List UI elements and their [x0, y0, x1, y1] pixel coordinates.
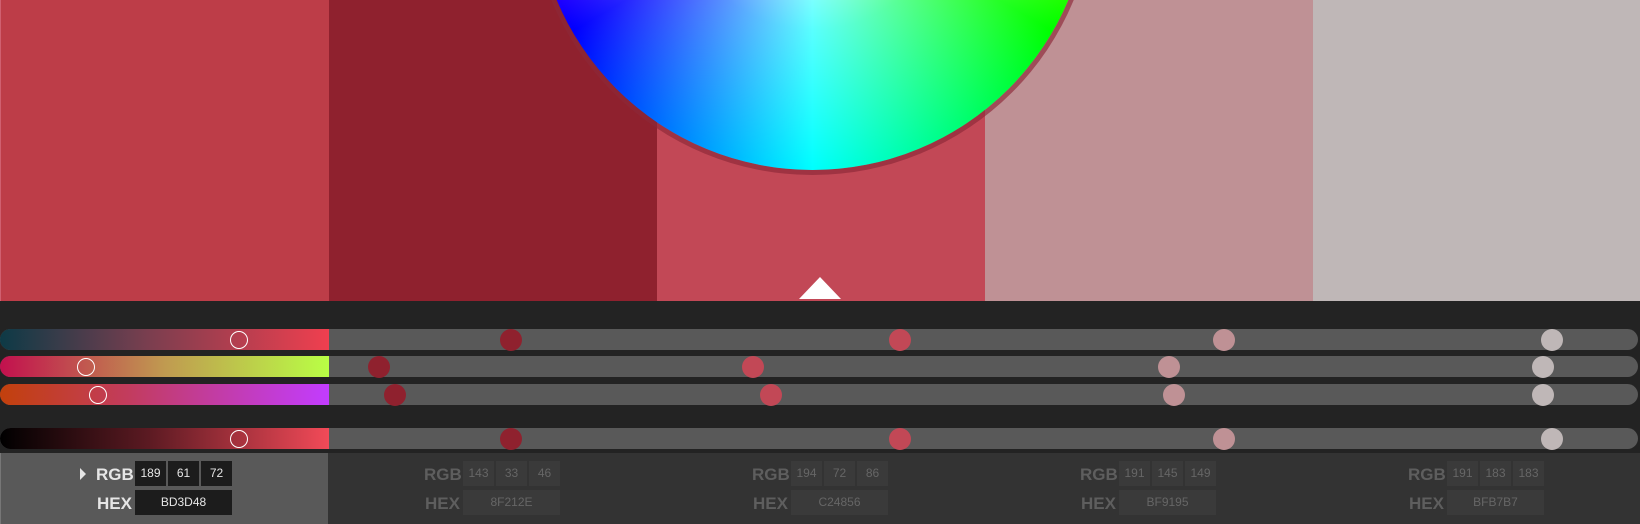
color-sliders: [0, 301, 1640, 453]
color-value-panel-1: RGB 189 61 72 HEX BD3D48: [0, 453, 328, 524]
slider-color-dot[interactable]: [742, 355, 764, 378]
hex-label: HEX: [97, 494, 132, 513]
rgb-label: RGB: [1408, 465, 1446, 484]
slider-color-dot[interactable]: [384, 383, 406, 406]
slider-color-dot[interactable]: [1541, 427, 1563, 450]
slider-handle-1[interactable]: [230, 330, 248, 349]
red-value-field[interactable]: 189: [135, 461, 166, 486]
blue-value-field[interactable]: 183: [1513, 461, 1544, 486]
rgb-label: RGB: [424, 465, 462, 484]
rgb-label: RGB: [752, 465, 790, 484]
green-value-field[interactable]: 145: [1152, 461, 1183, 486]
red-value-field[interactable]: 191: [1119, 461, 1150, 486]
color-swatch-1[interactable]: [0, 0, 329, 301]
slider-gradient-1: [0, 329, 329, 350]
green-value-field[interactable]: 183: [1480, 461, 1511, 486]
slider-handle-4[interactable]: [230, 429, 248, 448]
green-value-field[interactable]: 61: [168, 461, 199, 486]
hex-label: HEX: [1409, 494, 1444, 513]
expand-triangle-icon[interactable]: [80, 468, 86, 480]
hex-value-field[interactable]: 8F212E: [463, 490, 560, 515]
slider-color-dot[interactable]: [1532, 383, 1554, 406]
slider-color-dot[interactable]: [368, 355, 390, 378]
slider-color-dot[interactable]: [500, 328, 522, 351]
slider-color-dot[interactable]: [889, 328, 911, 351]
hex-value-field[interactable]: C24856: [791, 490, 888, 515]
blue-value-field[interactable]: 86: [857, 461, 888, 486]
slider-handle-3[interactable]: [89, 385, 107, 404]
blue-value-field[interactable]: 72: [201, 461, 232, 486]
base-color-marker-icon: [799, 277, 841, 299]
slider-color-dot[interactable]: [1213, 427, 1235, 450]
slider-handle-2[interactable]: [77, 357, 95, 376]
slider-color-dot[interactable]: [1213, 328, 1235, 351]
color-values-bar: RGB 189 61 72 HEX BD3D48 RGB 143 33 46 HEX 8F212E RG…: [0, 453, 1640, 524]
slider-gradient-3: [0, 384, 329, 405]
green-value-field[interactable]: 33: [496, 461, 527, 486]
rgb-label: RGB: [1080, 465, 1118, 484]
color-swatch-5[interactable]: [1313, 0, 1640, 301]
color-value-panel-5: RGB 191 183 183 HEX BFB7B7: [1313, 453, 1640, 524]
slider-color-dot[interactable]: [1163, 383, 1185, 406]
slider-color-dot[interactable]: [889, 427, 911, 450]
green-value-field[interactable]: 72: [824, 461, 855, 486]
slider-color-dot[interactable]: [760, 383, 782, 406]
slider-track-2[interactable]: [0, 356, 1638, 377]
hex-value-field[interactable]: BD3D48: [135, 490, 232, 515]
slider-track-3[interactable]: [0, 384, 1638, 405]
slider-color-dot[interactable]: [1532, 355, 1554, 378]
hex-value-field[interactable]: BF9195: [1119, 490, 1216, 515]
hex-label: HEX: [1081, 494, 1116, 513]
red-value-field[interactable]: 191: [1447, 461, 1478, 486]
slider-color-dot[interactable]: [1158, 355, 1180, 378]
color-value-panel-2: RGB 143 33 46 HEX 8F212E: [329, 453, 657, 524]
color-value-panel-3: RGB 194 72 86 HEX C24856: [657, 453, 985, 524]
blue-value-field[interactable]: 149: [1185, 461, 1216, 486]
hex-label: HEX: [425, 494, 460, 513]
slider-gradient-4: [0, 428, 329, 449]
hex-label: HEX: [753, 494, 788, 513]
blue-value-field[interactable]: 46: [529, 461, 560, 486]
hex-value-field[interactable]: BFB7B7: [1447, 490, 1544, 515]
red-value-field[interactable]: 194: [791, 461, 822, 486]
slider-gradient-2: [0, 356, 329, 377]
slider-color-dot[interactable]: [1541, 328, 1563, 351]
red-value-field[interactable]: 143: [463, 461, 494, 486]
color-value-panel-4: RGB 191 145 149 HEX BF9195: [985, 453, 1313, 524]
slider-color-dot[interactable]: [500, 427, 522, 450]
rgb-label: RGB: [96, 465, 134, 484]
